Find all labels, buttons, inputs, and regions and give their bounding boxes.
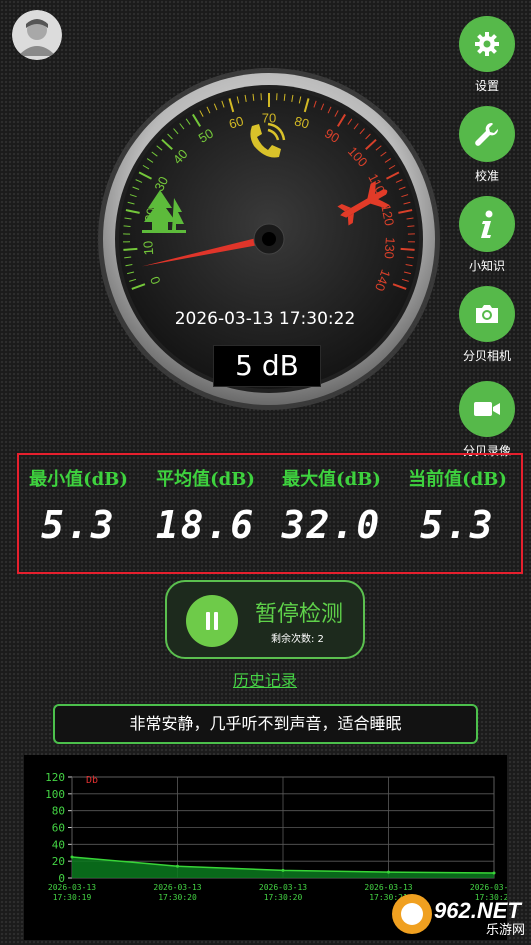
avatar[interactable] [12, 10, 62, 60]
chart-point [492, 871, 496, 875]
wrench-icon [459, 106, 515, 162]
chart-ytick-label: 20 [52, 855, 65, 868]
stat-current: 当前值(dB) 5.3 [395, 465, 520, 547]
stat-min-value: 5.3 [41, 503, 116, 547]
stat-max-value: 32.0 [281, 503, 382, 547]
chart-xtick-label: 17:30:20 [264, 893, 303, 902]
watermark-subtext: 乐游网 [486, 923, 525, 938]
video-icon [459, 381, 515, 437]
chart-xtick-label: 2026-03-13 [259, 883, 307, 892]
chart-ytick-label: 40 [52, 838, 65, 851]
knowledge-label: 小知识 [468, 259, 505, 273]
chart-ylabel: Db [86, 775, 98, 786]
calibrate-button[interactable]: 校准 [459, 106, 515, 184]
stat-max: 最大值(dB) 32.0 [269, 465, 394, 547]
chart-ytick-label: 80 [52, 805, 65, 818]
chart-point [281, 868, 285, 872]
calibrate-label: 校准 [474, 169, 499, 183]
pause-icon [186, 595, 238, 647]
stat-avg: 平均值(dB) 18.6 [143, 465, 268, 547]
gauge-scale-label: 10 [140, 240, 156, 256]
chart-point [176, 864, 179, 868]
info-icon [459, 196, 515, 252]
chart-point [387, 870, 390, 874]
gear-icon [459, 16, 515, 72]
stat-current-value: 5.3 [420, 503, 495, 547]
measurement-datetime: 2026-03-13 17:30:22 [174, 309, 356, 329]
settings-button[interactable]: 设置 [459, 16, 515, 94]
watermark-text: 962.NET [434, 898, 522, 923]
camera-icon [459, 286, 515, 342]
gauge-tick [123, 225, 131, 228]
pause-detection-button[interactable]: 暂停检测 剩余次数: 2 [165, 580, 365, 659]
stat-avg-value: 18.6 [155, 503, 256, 547]
stat-max-label: 最大值(dB) [282, 469, 381, 490]
chart-xtick-label: 17:30:19 [53, 893, 92, 902]
stat-current-label: 当前值(dB) [408, 469, 507, 490]
stat-min: 最小值(dB) 5.3 [16, 465, 141, 547]
db-camera-label: 分贝相机 [462, 349, 511, 363]
remaining-count: 剩余次数: 2 [271, 634, 324, 645]
stats-panel: 最小值(dB) 5.3 平均值(dB) 18.6 最大值(dB) 32.0 当前… [17, 453, 523, 574]
gauge-tick [400, 247, 415, 251]
db-video-button[interactable]: 分贝录像 [459, 381, 515, 459]
gauge-scale-label: 130 [381, 237, 398, 260]
gauge-tick [123, 247, 138, 251]
knowledge-button[interactable]: 小知识 [459, 196, 515, 274]
chart-point [70, 855, 74, 859]
settings-label: 设置 [474, 79, 499, 93]
stat-avg-label: 平均值(dB) [156, 469, 255, 490]
db-camera-button[interactable]: 分贝相机 [459, 286, 515, 364]
current-db-readout: 5 dB [213, 345, 321, 387]
noise-advice: 非常安静，几乎听不到声音，适合睡眠 [53, 704, 478, 744]
chart-ytick-label: 100 [45, 788, 65, 801]
chart-ytick-label: 120 [45, 771, 65, 784]
gauge-tick [407, 225, 415, 228]
history-link[interactable]: 历史记录 [215, 667, 315, 691]
pause-button-title: 暂停检测 [255, 602, 344, 627]
chart-xtick-label: 2026-03-13 [48, 883, 96, 892]
stat-min-label: 最小值(dB) [29, 469, 128, 490]
chart-ytick-label: 60 [52, 822, 65, 835]
site-watermark: 962.NET 乐游网 [392, 894, 525, 938]
chart-xtick-label: 2026-03-13 [153, 883, 201, 892]
chart-xtick-label: 17:30:20 [158, 893, 197, 902]
